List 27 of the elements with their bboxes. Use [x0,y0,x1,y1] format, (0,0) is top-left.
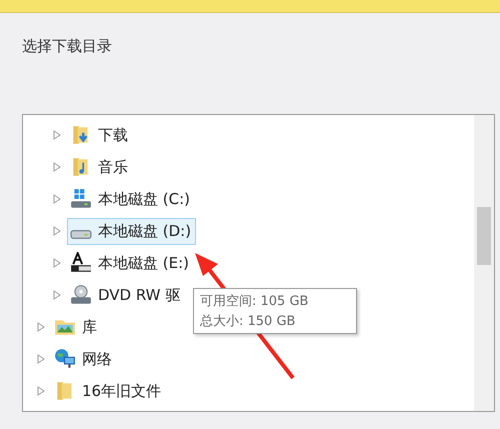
windows-drive-icon [70,188,92,210]
network-icon [54,348,76,370]
tree-item[interactable]: 网络 [51,344,117,374]
expand-arrow-icon[interactable] [53,130,61,140]
expand-arrow-icon[interactable] [53,194,61,204]
expand-arrow-icon[interactable] [37,322,45,332]
tree-item[interactable]: 16年旧文件 [51,376,166,406]
tooltip-text: 可用空间: 105 GB [200,293,310,310]
dvd-drive-icon [70,284,92,306]
lettered-drive-icon [70,252,92,274]
expand-arrow-icon[interactable] [37,354,45,364]
tooltip-text: 总大小: 150 GB [200,313,296,330]
expand-arrow-icon[interactable] [37,386,45,396]
tree-item[interactable]: 音乐 [67,152,133,182]
expand-arrow-icon[interactable] [53,290,61,300]
prompt-label: 选择下载目录 [22,37,112,56]
tree-item[interactable]: 库 [51,312,102,342]
tree-item[interactable]: 下载 [67,120,133,150]
expand-arrow-icon[interactable] [53,258,61,268]
tree-item[interactable]: DVD RW 驱 [67,280,186,310]
tree-item[interactable]: 本地磁盘 (E:) [67,248,194,278]
tree-item[interactable]: 本地磁盘 (C:) [67,184,195,214]
drive-icon [70,230,92,238]
tree-item[interactable]: 本地磁盘 (D:) [67,218,196,244]
expand-arrow-icon[interactable] [53,226,61,236]
expand-arrow-icon[interactable] [53,162,61,172]
scrollbar[interactable] [474,115,494,411]
